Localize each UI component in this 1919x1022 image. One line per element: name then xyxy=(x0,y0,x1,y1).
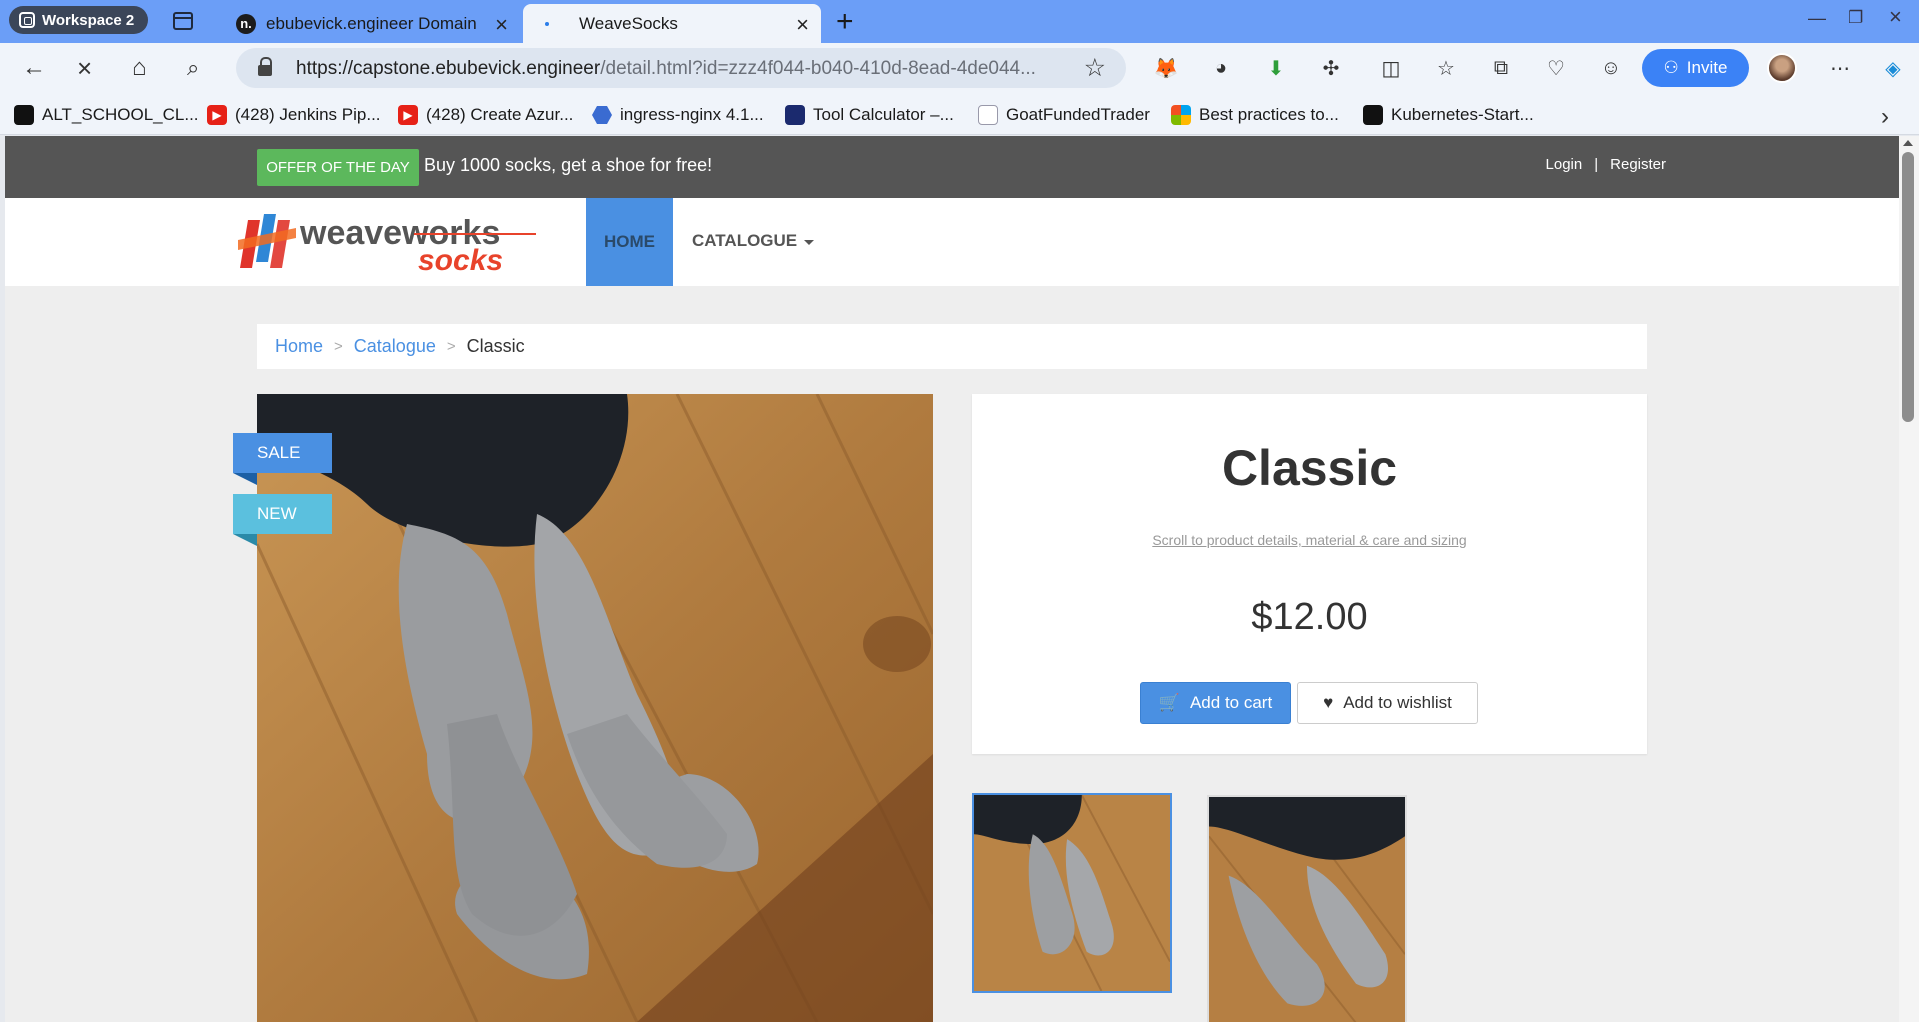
product-main-image[interactable] xyxy=(257,394,933,1022)
breadcrumb: Home > Catalogue > Classic xyxy=(257,324,1647,369)
breadcrumb-catalogue-link[interactable]: Catalogue xyxy=(354,336,436,357)
new-tab-button[interactable]: + xyxy=(836,5,854,39)
workspace-button[interactable]: Workspace 2 xyxy=(9,6,149,34)
breadcrumb-home-link[interactable]: Home xyxy=(275,336,323,357)
breadcrumb-separator: > xyxy=(334,338,343,355)
download-extension-icon[interactable]: ⬇ xyxy=(1263,55,1289,81)
add-to-cart-label: Add to cart xyxy=(1189,693,1273,712)
youtube-icon: ▶ xyxy=(398,105,418,125)
page-viewport: OFFER OF THE DAY Buy 1000 socks, get a s… xyxy=(5,136,1899,1022)
link-separator: | xyxy=(1594,156,1599,173)
workspace-label: Workspace 2 xyxy=(42,11,135,29)
copilot-icon[interactable]: ◈ xyxy=(1880,55,1906,81)
breadcrumb-current: Classic xyxy=(466,336,525,356)
close-window-icon[interactable]: × xyxy=(1889,4,1902,30)
github-icon xyxy=(14,105,34,125)
offer-badge[interactable]: OFFER OF THE DAY xyxy=(257,149,419,186)
bookmark-item[interactable]: GoatFundedTrader xyxy=(978,103,1150,127)
bookmarks-bar: ALT_SCHOOL_CL... ▶ (428) Jenkins Pip... ▶… xyxy=(0,93,1919,135)
search-icon[interactable]: ⌕ xyxy=(187,53,199,83)
bookmarks-overflow-chevron-icon[interactable]: › xyxy=(1881,103,1889,131)
nav-catalogue-dropdown[interactable]: CATALOGUE xyxy=(692,231,815,251)
invite-label: Invite xyxy=(1686,58,1728,77)
bookmark-item[interactable]: ingress-nginx 4.1... xyxy=(592,103,764,127)
github-icon xyxy=(1363,105,1383,125)
favorites-icon[interactable]: ☆ xyxy=(1433,55,1459,81)
add-to-wishlist-button[interactable]: ♥ Add to wishlist xyxy=(1297,682,1478,724)
product-title: Classic xyxy=(1221,440,1398,496)
offer-text: Buy 1000 socks, get a shoe for free! xyxy=(424,155,713,175)
heart-icon: ♥ xyxy=(1323,693,1334,712)
weaveworks-socks-logo[interactable]: weaveworks socks xyxy=(238,210,544,276)
youtube-icon: ▶ xyxy=(207,105,227,125)
browser-essentials-icon[interactable]: ♡ xyxy=(1543,55,1569,81)
main-navbar: weaveworks socks HOME CATALOGUE xyxy=(5,198,1899,286)
scroll-to-details-link[interactable]: Scroll to product details, material & ca… xyxy=(972,532,1647,548)
url-text[interactable]: https://capstone.ebubevick.engineer/deta… xyxy=(296,58,1056,80)
sale-ribbon: SALE xyxy=(233,433,332,485)
feedback-icon[interactable]: ☺ xyxy=(1598,55,1624,81)
people-icon: ⚇ xyxy=(1663,58,1679,77)
profile-avatar[interactable] xyxy=(1767,53,1797,83)
tab-title: ebubevick.engineer Domain xyxy=(266,13,477,33)
tab-ebubevick-domain[interactable]: n. ebubevick.engineer Domain × xyxy=(236,4,520,43)
more-options-icon[interactable]: ⋯ xyxy=(1827,55,1853,81)
minimize-icon[interactable]: — xyxy=(1808,8,1826,29)
scroll-up-arrow-icon[interactable] xyxy=(1903,140,1913,146)
product-info-box: Classic Scroll to product details, mater… xyxy=(972,394,1647,754)
tab-actions-button[interactable] xyxy=(170,9,196,33)
invite-button[interactable]: ⚇ Invite xyxy=(1642,49,1749,87)
back-icon[interactable]: ← xyxy=(22,53,46,83)
lock-icon[interactable] xyxy=(258,57,272,77)
nav-catalogue-label: CATALOGUE xyxy=(692,231,798,250)
split-screen-icon[interactable]: ◫ xyxy=(1378,55,1404,81)
svg-text:socks: socks xyxy=(418,244,503,276)
metamask-extension-icon[interactable]: 🦊 xyxy=(1153,55,1179,81)
product-price: $12.00 xyxy=(1251,596,1368,638)
new-ribbon: NEW xyxy=(233,494,332,546)
favorite-star-icon[interactable]: ☆ xyxy=(1084,53,1106,83)
nav-home[interactable]: HOME xyxy=(586,198,673,286)
tab-weavesocks[interactable]: WeaveSocks × xyxy=(523,4,821,43)
product-thumbnail[interactable] xyxy=(972,793,1172,993)
bookmark-item[interactable]: Tool Calculator –... xyxy=(785,103,954,127)
bookmark-item[interactable]: ▶ (428) Jenkins Pip... xyxy=(207,103,381,127)
add-to-cart-button[interactable]: 🛒 Add to cart xyxy=(1140,682,1291,724)
home-icon[interactable]: ⌂ xyxy=(132,53,147,83)
close-tab-icon[interactable]: × xyxy=(796,12,809,38)
restore-icon[interactable]: ❐ xyxy=(1848,8,1863,28)
tab-actions-icon xyxy=(173,12,193,30)
stop-loading-icon[interactable]: × xyxy=(77,53,92,83)
browser-tab-bar: Workspace 2 n. ebubevick.engineer Domain… xyxy=(0,0,1919,43)
close-tab-icon[interactable]: × xyxy=(495,12,508,38)
bookmark-item[interactable]: Best practices to... xyxy=(1171,103,1339,127)
extensions-puzzle-icon[interactable]: ✣ xyxy=(1318,55,1344,81)
login-link[interactable]: Login xyxy=(1546,156,1583,173)
breadcrumb-separator: > xyxy=(446,338,456,355)
hexagon-icon xyxy=(592,106,612,124)
bookmark-item[interactable]: Kubernetes-Start... xyxy=(1363,103,1534,127)
extension-icon[interactable]: ◕ xyxy=(1208,55,1234,81)
loading-icon xyxy=(545,21,549,26)
register-link[interactable]: Register xyxy=(1610,156,1666,173)
product-thumbnail[interactable] xyxy=(1207,795,1407,1022)
scrollbar-thumb[interactable] xyxy=(1902,152,1914,422)
moon-icon xyxy=(785,105,805,125)
workspace-icon xyxy=(19,12,35,28)
account-links: Login | Register xyxy=(1546,156,1666,173)
goat-icon xyxy=(978,105,998,125)
shopping-cart-icon: 🛒 xyxy=(1158,693,1180,712)
microsoft-icon xyxy=(1171,105,1191,125)
bookmark-item[interactable]: ▶ (428) Create Azur... xyxy=(398,103,573,127)
address-bar[interactable]: https://capstone.ebubevick.engineer/deta… xyxy=(236,48,1126,88)
offer-top-bar: OFFER OF THE DAY Buy 1000 socks, get a s… xyxy=(5,136,1899,198)
tab-title: WeaveSocks xyxy=(579,13,678,33)
bookmark-item[interactable]: ALT_SCHOOL_CL... xyxy=(14,103,199,127)
namecheap-favicon-icon: n. xyxy=(236,13,256,34)
caret-down-icon xyxy=(804,239,815,245)
collections-icon[interactable]: ⧉ xyxy=(1488,55,1514,81)
browser-toolbar: ← × ⌂ ⌕ https://capstone.ebubevick.engin… xyxy=(0,43,1919,93)
add-to-wishlist-label: Add to wishlist xyxy=(1343,693,1452,712)
